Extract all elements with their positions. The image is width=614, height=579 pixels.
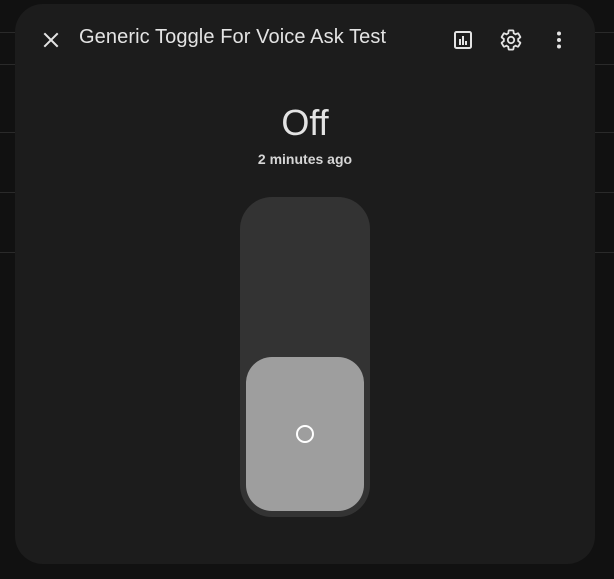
toggle-thumb[interactable]	[246, 357, 364, 511]
chart-bar-icon	[451, 28, 475, 52]
close-button[interactable]	[31, 20, 71, 60]
gear-icon	[499, 28, 523, 52]
more-options-button[interactable]	[539, 20, 579, 60]
more-vertical-icon	[547, 28, 571, 52]
last-changed-time: 2 minutes ago	[257, 151, 353, 167]
dialog-header: Generic Toggle For Voice Ask Test	[15, 4, 595, 76]
settings-button[interactable]	[491, 20, 531, 60]
history-button[interactable]	[443, 20, 483, 60]
dialog-title: Generic Toggle For Voice Ask Test	[79, 26, 387, 48]
state-value: Off	[281, 102, 329, 143]
toggle-switch[interactable]	[240, 197, 370, 517]
more-info-dialog: Generic Toggle For Voice Ask Test Off 2 …	[15, 4, 595, 564]
close-icon	[39, 28, 63, 52]
circle-outline-icon	[296, 425, 314, 443]
